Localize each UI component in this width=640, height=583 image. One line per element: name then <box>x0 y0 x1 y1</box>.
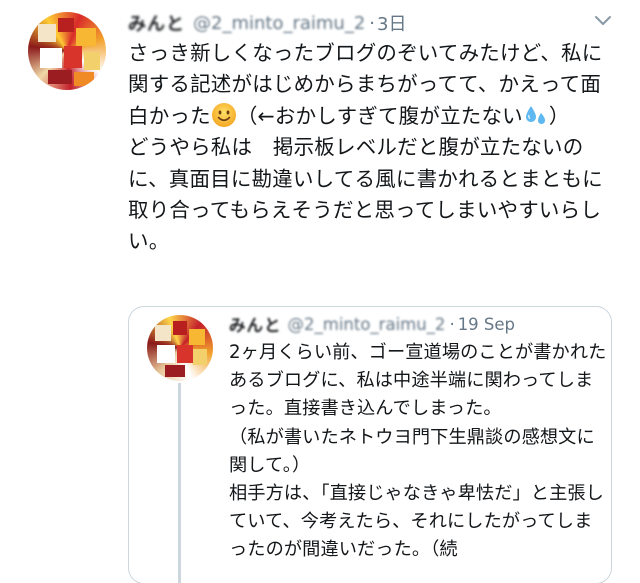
user-name[interactable]: みんと <box>128 10 185 36</box>
quoted-avatar[interactable] <box>147 315 213 381</box>
tweet-date[interactable]: 3日 <box>377 10 406 36</box>
separator-dot: · <box>369 12 376 34</box>
quoted-user-handle[interactable]: @2_minto_raimu_2 <box>288 315 446 334</box>
chevron-down-icon[interactable] <box>593 13 613 29</box>
sweat-droplets-emoji-icon <box>525 105 545 124</box>
thread-line <box>178 383 181 583</box>
avatar[interactable] <box>28 12 106 90</box>
smiling-face-emoji-icon <box>211 102 236 127</box>
tweet-text-part2: （←おかしすぎて腹が立たない <box>236 103 523 128</box>
quoted-user-name[interactable]: みんと <box>229 312 282 336</box>
quoted-date[interactable]: 19 Sep <box>458 315 515 334</box>
tweet-header: みんと @2_minto_raimu_2 · 3日 <box>128 10 406 36</box>
quoted-header: みんと @2_minto_raimu_2 · 19 Sep <box>229 311 515 337</box>
user-handle[interactable]: @2_minto_raimu_2 <box>193 13 365 34</box>
quoted-separator-dot: · <box>449 314 455 334</box>
tweet-text: さっき新しくなったブログのぞいてみたけど、私に関する記述がはじめからまちがってて… <box>128 38 608 258</box>
quoted-tweet[interactable]: みんと @2_minto_raimu_2 · 19 Sep 2ヶ月くらい前、ゴー… <box>128 306 612 583</box>
quoted-tweet-text: 2ヶ月くらい前、ゴー宣道場のことが書かれたあるブログに、私は中途半端に関わってし… <box>229 342 607 561</box>
